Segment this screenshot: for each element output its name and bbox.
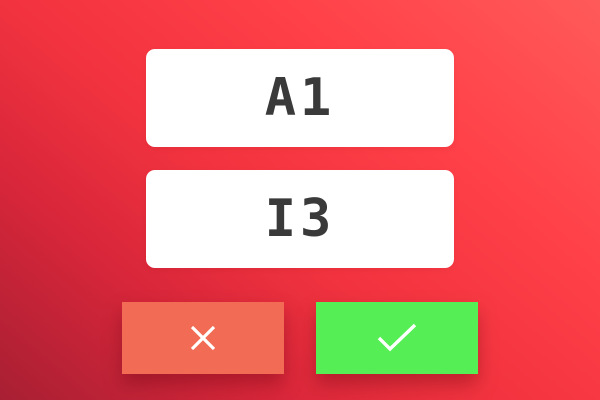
check-icon (377, 323, 417, 352)
code-value-2: I3 (264, 189, 336, 249)
code-card-2: I3 (146, 170, 454, 268)
cancel-button[interactable] (122, 302, 284, 374)
code-value-1: A1 (264, 68, 336, 128)
code-card-1: A1 (146, 49, 454, 147)
close-icon (190, 325, 216, 351)
confirm-button[interactable] (316, 302, 478, 374)
